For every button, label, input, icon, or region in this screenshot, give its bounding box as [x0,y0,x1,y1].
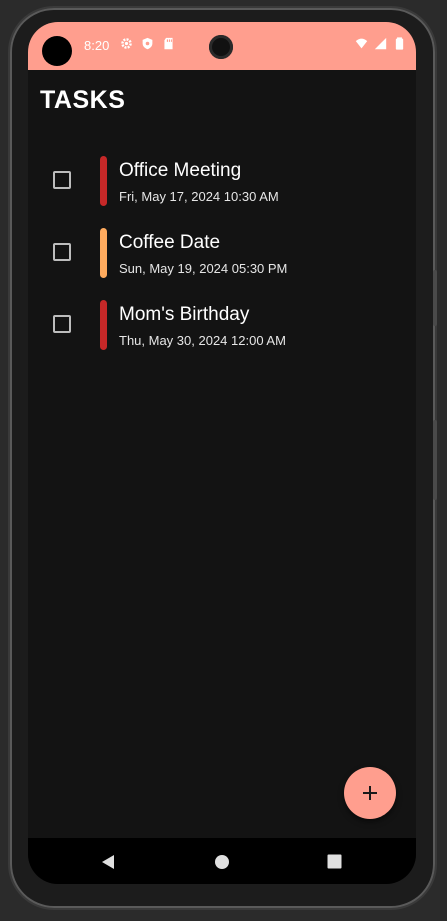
task-title: Coffee Date [119,232,221,253]
task-checkbox[interactable] [53,171,71,189]
plus-icon [363,786,377,800]
priority-indicator [100,300,107,350]
phone-screen: 8:20 TASKS Office Meeting Fri, May 17, 2… [28,22,416,884]
task-checkbox[interactable] [53,243,71,261]
status-time: 8:20 [84,38,110,53]
task-date: Sun, May 19, 2024 05:30 PM [119,261,288,276]
power-button [433,270,437,326]
center-camera [209,35,233,59]
task-item[interactable]: Coffee Date Sun, May 19, 2024 05:30 PM [28,222,416,294]
gear-icon [121,38,132,49]
priority-indicator [100,228,107,278]
task-date: Fri, May 17, 2024 10:30 AM [119,189,279,204]
volume-button [433,420,437,500]
task-date: Thu, May 30, 2024 12:00 AM [119,333,286,348]
task-list: Office Meeting Fri, May 17, 2024 10:30 A… [28,150,416,366]
recents-icon[interactable] [327,854,342,869]
wifi-icon [355,38,368,49]
task-item[interactable]: Mom's Birthday Thu, May 30, 2024 12:00 A… [28,294,416,366]
signal-icon [374,37,387,50]
task-title: Mom's Birthday [119,304,250,325]
status-bar: 8:20 [28,22,416,70]
sd-card-icon [164,37,173,50]
page-title: TASKS [40,86,126,114]
task-title: Office Meeting [119,160,242,181]
priority-indicator [100,156,107,206]
home-icon[interactable] [214,854,230,870]
task-checkbox[interactable] [53,315,71,333]
back-icon[interactable] [100,854,116,870]
status-system-icons [355,37,406,50]
status-notification-icons [120,37,175,50]
task-item[interactable]: Office Meeting Fri, May 17, 2024 10:30 A… [28,150,416,222]
add-task-button[interactable] [344,767,396,819]
front-camera-hole [42,36,72,66]
battery-icon [395,37,404,50]
navigation-bar [28,838,416,884]
shield-icon [142,37,153,50]
